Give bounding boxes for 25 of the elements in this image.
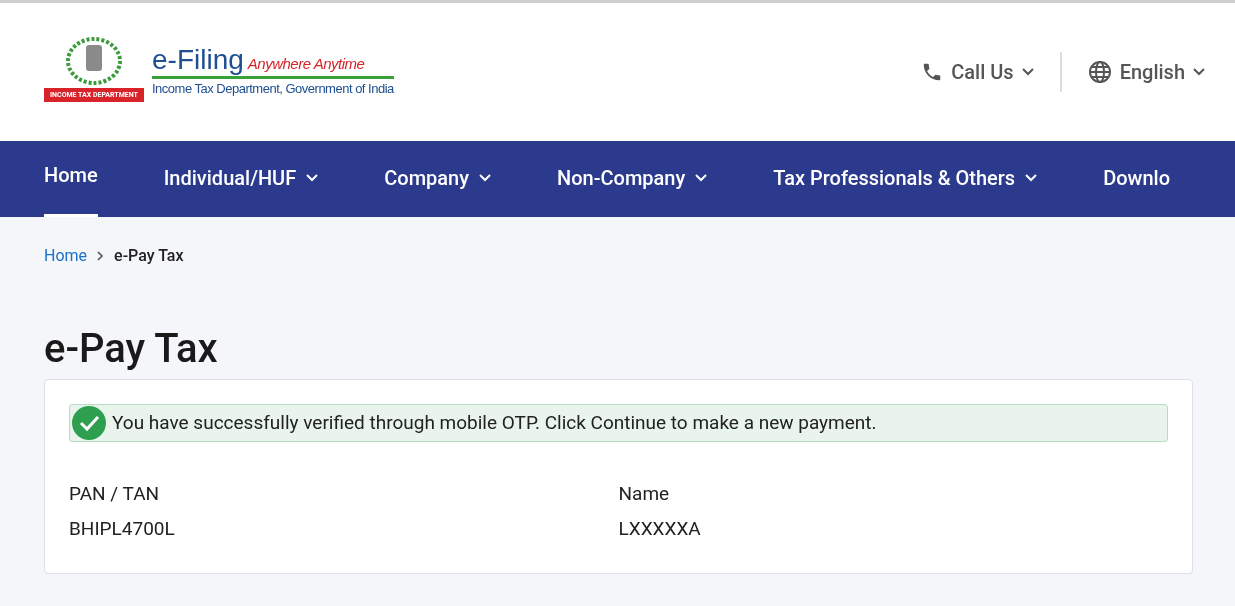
nav-tab[interactable]: Home xyxy=(44,141,98,217)
nav-tab[interactable]: Downlo xyxy=(1103,141,1170,217)
language-menu[interactable]: English xyxy=(1087,57,1205,87)
chevron-right-icon xyxy=(97,251,105,261)
field-value: BHIPL4700L xyxy=(69,515,176,542)
nav-tab[interactable]: Individual/HUF xyxy=(163,141,319,217)
globe-icon xyxy=(1087,60,1112,84)
brand-name: e-Filing xyxy=(152,45,244,76)
breadcrumb-link[interactable]: Home xyxy=(44,244,88,268)
field-label: Name xyxy=(618,481,671,507)
chevron-down-icon xyxy=(1193,68,1205,76)
page-title: e-Pay Tax xyxy=(44,325,219,373)
check-icon xyxy=(72,406,106,440)
chevron-down-icon xyxy=(1021,68,1034,76)
breadcrumb-current: e-Pay Tax xyxy=(114,245,184,267)
nav-tab[interactable]: Tax Professionals & Others xyxy=(773,141,1038,217)
field-label: PAN / TAN xyxy=(69,481,161,507)
brand-subtitle: Income Tax Department, Government of India xyxy=(152,80,394,99)
nav-tab[interactable]: Non-Company xyxy=(557,141,708,217)
brand-tagline: Anywhere Anytime xyxy=(247,53,365,74)
call-us-menu[interactable]: Call Us xyxy=(921,57,1034,87)
field-value: LXXXXXA xyxy=(618,515,702,542)
alert-message: You have successfully verified through mobile OTP. Click Continue to make a new payment. xyxy=(112,409,877,436)
emblem-icon xyxy=(64,36,124,86)
nav-tab[interactable]: Company xyxy=(384,141,491,217)
